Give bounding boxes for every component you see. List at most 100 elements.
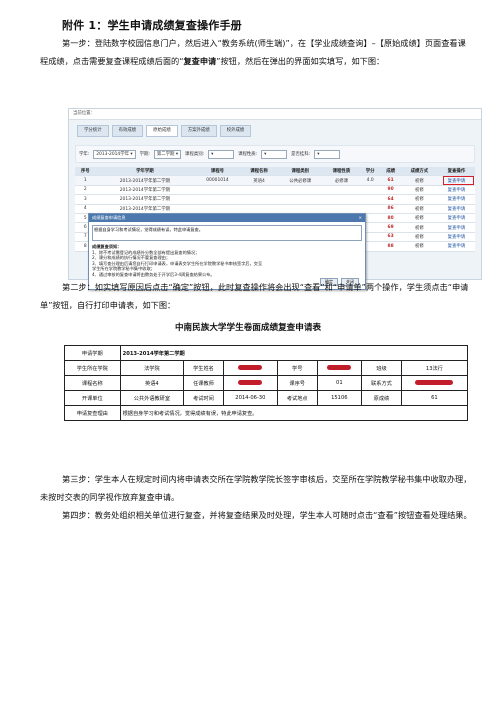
form-row: 申请学期 2013-2014学年第二学期 [64,345,469,361]
filter-select[interactable]: ▾ [314,149,341,159]
table-cell: 公共必修课 [277,175,323,186]
form-cell: 学号 [276,360,318,376]
tab-bar: 学分统计 有效成绩 原始成绩 方案外成绩 校外成绩 [77,125,252,137]
table-cell: 初修 [400,194,438,205]
table-cell: 初修 [400,222,438,233]
tab-5[interactable]: 校外成绩 [219,125,252,137]
review-request-button[interactable]: 复查申请 [437,204,475,214]
table-cell [359,194,381,205]
table-row: 3 2013-2014学年第二学期 64 初修 复查申请 [75,194,475,205]
review-request-button[interactable]: 复查申请 [437,213,475,224]
table-cell [359,185,381,196]
table-cell: 1 [75,175,96,186]
score-cell: 69 [380,222,401,233]
score-cell: 80 [380,213,401,224]
table-cell: 初修 [400,175,438,186]
step1-text-end: ”按钮，然后在弹出的界面如实填写，如下图： [216,56,385,66]
form-cell: 法学院 [119,360,185,376]
table-cell: 2013-2014学年第二学期 [95,194,195,205]
table-cell [194,185,241,196]
column-header: 成绩方式 [400,167,438,177]
form-cell: 根据自身学习和考试情况，觉得成绩有误，特此申请复查。 [119,405,469,421]
form-cell: 2013-2014学年第二学期 [119,345,469,361]
column-header: 复查操作 [437,167,475,177]
form-cell [222,360,278,376]
table-cell: 初修 [400,232,438,243]
column-header: 学年学期 [95,167,195,177]
form-cell: 申请学期 [64,345,121,361]
form-row: 开课单位 公共外语教研室 考试时间 2014-06-30 考试地点 15106 原成绩 61 [64,390,469,406]
score-cell: 88 [380,241,401,252]
form-cell: 班级 [361,360,402,376]
review-request-button[interactable]: 复查申请 [437,194,475,205]
table-cell: 2013-2014学年第二学期 [95,185,195,196]
review-request-button[interactable]: 复查申请 [437,241,475,252]
column-header: 序号 [75,167,96,177]
table-row: 1 2013-2014学年第二学期 00001014 英语4 公共必修课 必修课 4.0 61… [75,175,475,186]
filter-select[interactable]: 2013-2014学年 ▾ [93,149,136,159]
table-cell [322,185,360,196]
form-row: 学生所在学院 法学院 学生姓名 学号 班级 13法行 [64,360,469,376]
form-row: 课程名称 英语4 任课教师 课序号 01 联系方式 [64,375,469,391]
review-request-button[interactable]: 复查申请 [437,232,475,243]
column-header: 学分 [359,167,381,177]
step1-bold-text: 复查申请 [183,56,217,66]
form-cell: 15106 [316,390,363,406]
column-header: 课程类别 [277,167,323,177]
review-request-button[interactable]: 复查申请 [437,222,475,233]
filter-select[interactable]: ▾ [261,149,288,159]
table-cell [322,194,360,205]
table-cell: 初修 [400,204,438,214]
table-cell: 2013-2014学年第二学期 [95,175,195,186]
filter-bar: 学年: 2013-2014学年 ▾ 学期: 第二学期 ▾ 课程类别: ▾ 课程性质: ▾ 是… [75,145,475,163]
step4-paragraph: 第四步：教务处组织相关单位进行复查，并将复查结果及时处理，学生本人可随时点击“查… [62,510,472,520]
form-cell: 任课教师 [183,375,224,391]
score-cell: 61 [380,175,401,186]
table-cell: 00001014 [194,175,241,186]
form-cell: 原成绩 [361,390,402,406]
table-cell: 初修 [400,213,438,224]
column-header: 课程名称 [240,167,278,177]
form-cell [316,360,363,376]
form-row: 申请复查理由 根据自身学习和考试情况，觉得成绩有误，特此申请复查。 [64,405,469,421]
form-cell: 申请复查理由 [64,405,121,421]
column-header: 课程性质 [322,167,360,177]
redacted-mark [327,365,352,370]
score-cell: 90 [380,185,401,196]
breadcrumb: 当前位置： [69,109,481,120]
chevron-down-icon: ▾ [128,151,133,157]
table-cell [277,194,323,205]
step1-paragraph: 第一步：登陆数字校园信息门户，然后进入“教务系统(师生端)”，在【学业成绩查询】… [40,34,472,70]
form-cell: 2014-06-30 [222,390,278,406]
redacted-mark [238,365,263,370]
filter-label: 课程性质: [238,152,258,157]
tab-1[interactable]: 学分统计 [77,125,109,137]
table-cell: 初修 [400,185,438,196]
chevron-down-icon: ▾ [264,151,267,157]
score-cell: 63 [380,232,401,243]
chevron-down-icon: ▾ [211,151,214,157]
filter-select[interactable]: 第二学期 ▾ [153,149,182,159]
form-cell: 课序号 [276,375,318,391]
dialog-title: 成绩复查申请信息 [92,215,126,220]
close-icon[interactable]: × [358,214,365,222]
table-cell: 必修课 [322,175,360,186]
step2-paragraph: 第二步：如实填写原因后点击“确定”按钮，此时复查操作将会出现“查看”和“申请单”… [40,282,469,310]
table-cell [240,185,278,196]
form-title: 中南民族大学学生卷面成绩复查申请表 [174,323,322,333]
form-cell: 13法行 [400,360,469,376]
dialog-titlebar: 成绩复查申请信息 × [89,214,365,222]
form-cell: 考试时间 [183,390,224,406]
tab-2[interactable]: 有效成绩 [111,125,144,137]
column-header: 课程号 [194,167,241,177]
form-cell: 联系方式 [361,375,402,391]
table-cell [240,194,278,205]
review-request-button[interactable]: 复查申请 [437,185,475,196]
form-cell: 英语4 [119,375,185,391]
chevron-down-icon: ▾ [174,151,179,157]
reason-textarea[interactable]: 根据自身学习和考试情况，觉得成绩有误，特此申请复查。 [92,225,362,241]
table-cell [194,194,241,205]
tab-3[interactable]: 原始成绩 [146,125,178,137]
tab-4[interactable]: 方案外成绩 [180,125,217,137]
filter-select[interactable]: ▾ [208,149,235,159]
